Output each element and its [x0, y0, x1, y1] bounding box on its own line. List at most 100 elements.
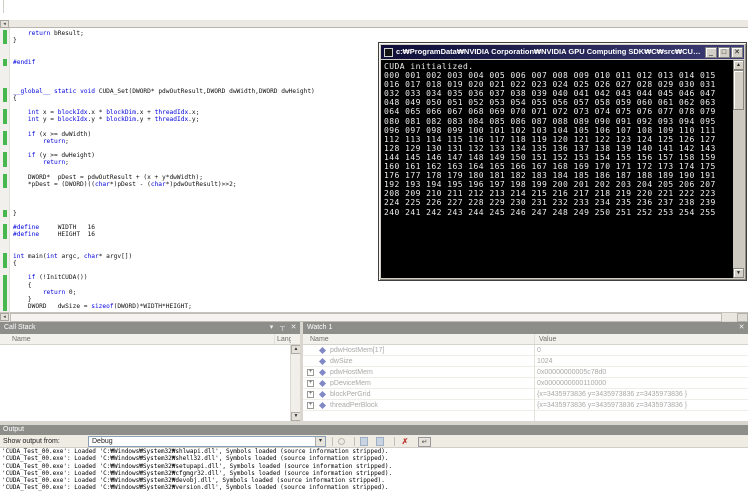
variable-icon — [319, 380, 326, 387]
variable-icon — [319, 369, 326, 376]
code-line: return 0; — [13, 289, 748, 296]
watch-row[interactable]: + pdwHostMem 0x00000000005c78d0 — [303, 367, 748, 378]
change-tracking-bar — [3, 210, 7, 217]
watch-body[interactable]: pdwHostMem[17] 0 dwSize 1024 + pdwHostMem 0x00… — [303, 345, 748, 421]
scroll-up-icon[interactable]: ▲ — [733, 60, 744, 70]
watch-value[interactable]: 0x0000000000110000 — [537, 378, 606, 389]
output-panel: Output Show output from: Debug ▾ ✗ ↵ 'CU… — [0, 425, 748, 492]
toolbar-separator — [394, 437, 395, 446]
change-tracking-bar — [3, 59, 7, 66]
output-titlebar[interactable]: Output — [0, 425, 748, 435]
toggle-word-wrap-icon[interactable]: ↵ — [418, 437, 431, 447]
console-window[interactable]: c:₩ProgramData₩NVIDIA Corporation₩NVIDIA… — [378, 42, 747, 281]
close-icon[interactable]: ✕ — [731, 47, 743, 58]
watch-name[interactable]: dwSize — [330, 356, 353, 367]
console-line: 048 049 050 051 052 053 054 055 056 057 … — [384, 98, 733, 107]
close-icon[interactable]: ✕ — [289, 323, 298, 333]
watch-value[interactable]: 1024 — [537, 356, 553, 367]
column-divider[interactable] — [534, 334, 535, 344]
expand-icon[interactable]: + — [307, 369, 314, 376]
expand-icon[interactable]: + — [307, 391, 314, 398]
scroll-left-icon[interactable]: ◂ — [0, 313, 9, 321]
variable-icon — [319, 391, 326, 398]
hscroll-thumb[interactable] — [10, 313, 722, 322]
window-menu-icon[interactable]: ▾ — [267, 323, 276, 333]
call-stack-body[interactable]: ▲ ▼ — [0, 345, 300, 421]
column-name[interactable]: Name — [12, 334, 31, 345]
console-vscrollbar[interactable]: ▲ ▼ — [733, 60, 744, 278]
chevron-down-icon[interactable]: ▾ — [315, 437, 325, 446]
change-tracking-bar — [3, 253, 7, 260]
change-tracking-bar — [3, 282, 7, 289]
maximize-icon[interactable]: □ — [718, 47, 730, 58]
column-divider[interactable] — [274, 334, 275, 344]
console-line: 160 161 162 163 164 165 166 167 168 169 … — [384, 162, 733, 171]
change-tracking-bar — [3, 109, 7, 116]
watch-value[interactable]: 0 — [537, 345, 541, 356]
watch-name[interactable]: blockPerGrid — [330, 389, 370, 400]
change-tracking-bar — [3, 181, 7, 188]
output-toolbar: Show output from: Debug ▾ ✗ ↵ — [0, 435, 748, 448]
watch-row[interactable]: + blockPerGrid {x=3435973836 y=3435973836 … — [303, 389, 748, 400]
scroll-thumb[interactable] — [733, 70, 744, 110]
change-tracking-bar — [3, 116, 7, 123]
change-tracking-bar — [3, 304, 7, 311]
watch-name[interactable]: pdwHostMem — [330, 367, 373, 378]
watch-row[interactable]: + pDeviceMem 0x0000000000110000 — [303, 378, 748, 389]
close-icon[interactable]: ✕ — [737, 323, 746, 333]
output-log[interactable]: 'CUDA_Test_00.exe': Loaded 'C:₩Windows₩S… — [2, 448, 748, 492]
code-line: DWORD dwSize = sizeof(DWORD)*WIDTH*HEIGH… — [13, 303, 748, 310]
output-source-value: Debug — [92, 438, 113, 445]
console-line: 144 145 146 147 148 149 150 151 152 153 … — [384, 153, 733, 162]
find-message-icon[interactable] — [338, 438, 345, 445]
goto-next-message-icon[interactable] — [376, 437, 384, 446]
scroll-down-icon[interactable]: ▼ — [733, 268, 744, 278]
console-client-area[interactable]: CUDA initialized.000 001 002 003 004 005… — [381, 60, 733, 278]
console-line: CUDA initialized. — [384, 62, 733, 71]
watch-name[interactable]: pDeviceMem — [330, 378, 371, 389]
editor-bottom-hscrollbar[interactable]: ◂ — [0, 312, 748, 321]
output-source-combobox[interactable]: Debug ▾ — [88, 436, 326, 447]
output-line: 'CUDA_Test_00.exe': Loaded 'C:₩Windows₩S… — [2, 448, 748, 455]
watch-name[interactable]: pdwHostMem[17] — [330, 345, 384, 356]
watch-row[interactable]: dwSize 1024 — [303, 356, 748, 367]
toolbar-separator — [332, 437, 333, 446]
watch-titlebar[interactable]: Watch 1 ✕ — [303, 322, 748, 334]
watch-value[interactable]: 0x00000000005c78d0 — [537, 367, 606, 378]
code-line: } — [13, 296, 748, 303]
divider-line — [3, 0, 4, 13]
column-name[interactable]: Name — [310, 334, 329, 345]
console-text: CUDA initialized.000 001 002 003 004 005… — [381, 60, 733, 217]
expand-icon[interactable]: + — [307, 380, 314, 387]
console-app-icon — [384, 48, 393, 57]
call-stack-vscrollbar[interactable]: ▲ ▼ — [290, 345, 300, 421]
console-line: 176 177 178 179 180 181 182 183 184 185 … — [384, 171, 733, 180]
output-line: 'CUDA_Test_00.exe': Loaded 'C:₩Windows₩S… — [2, 463, 748, 470]
scroll-left-icon[interactable]: ◂ — [0, 20, 9, 28]
clear-all-icon[interactable]: ✗ — [400, 437, 410, 447]
console-line: 096 097 098 099 100 101 102 103 104 105 … — [384, 126, 733, 135]
console-line: 240 241 242 243 244 245 246 247 248 249 … — [384, 208, 733, 217]
watch-value[interactable]: {x=3435973836 y=3435973836 z=3435973836 … — [537, 400, 687, 411]
column-value[interactable]: Value — [539, 334, 556, 345]
column-language[interactable]: Language — [277, 334, 291, 345]
console-line: 128 129 130 131 132 133 134 135 136 137 … — [384, 144, 733, 153]
change-tracking-bar — [3, 88, 7, 95]
editor-top-hscrollbar[interactable]: ◂ — [0, 20, 748, 28]
goto-prev-message-icon[interactable] — [360, 437, 368, 446]
code-line: return bResult; — [13, 30, 748, 37]
code-line: { — [13, 282, 748, 289]
watch-value[interactable]: {x=3435973836 y=3435973836 z=3435973836 … — [537, 389, 687, 400]
pin-icon[interactable]: ┬ — [278, 323, 287, 333]
change-tracking-bar — [3, 260, 7, 267]
minimize-icon[interactable]: _ — [705, 47, 717, 58]
watch-panel: Watch 1 ✕ Name Value pdwHostMem[17]0dwSi… — [303, 322, 748, 421]
watch-row[interactable]: pdwHostMem[17] 0 — [303, 345, 748, 356]
console-titlebar[interactable]: c:₩ProgramData₩NVIDIA Corporation₩NVIDIA… — [381, 45, 744, 59]
console-line: 016 017 018 019 020 021 022 023 024 025 … — [384, 80, 733, 89]
change-tracking-bar — [3, 131, 7, 138]
expand-icon[interactable]: + — [307, 402, 314, 409]
watch-row[interactable]: + threadPerBlock {x=3435973836 y=343597383… — [303, 400, 748, 411]
watch-name[interactable]: threadPerBlock — [330, 400, 378, 411]
call-stack-titlebar[interactable]: Call Stack ▾ ┬ ✕ — [0, 322, 300, 334]
